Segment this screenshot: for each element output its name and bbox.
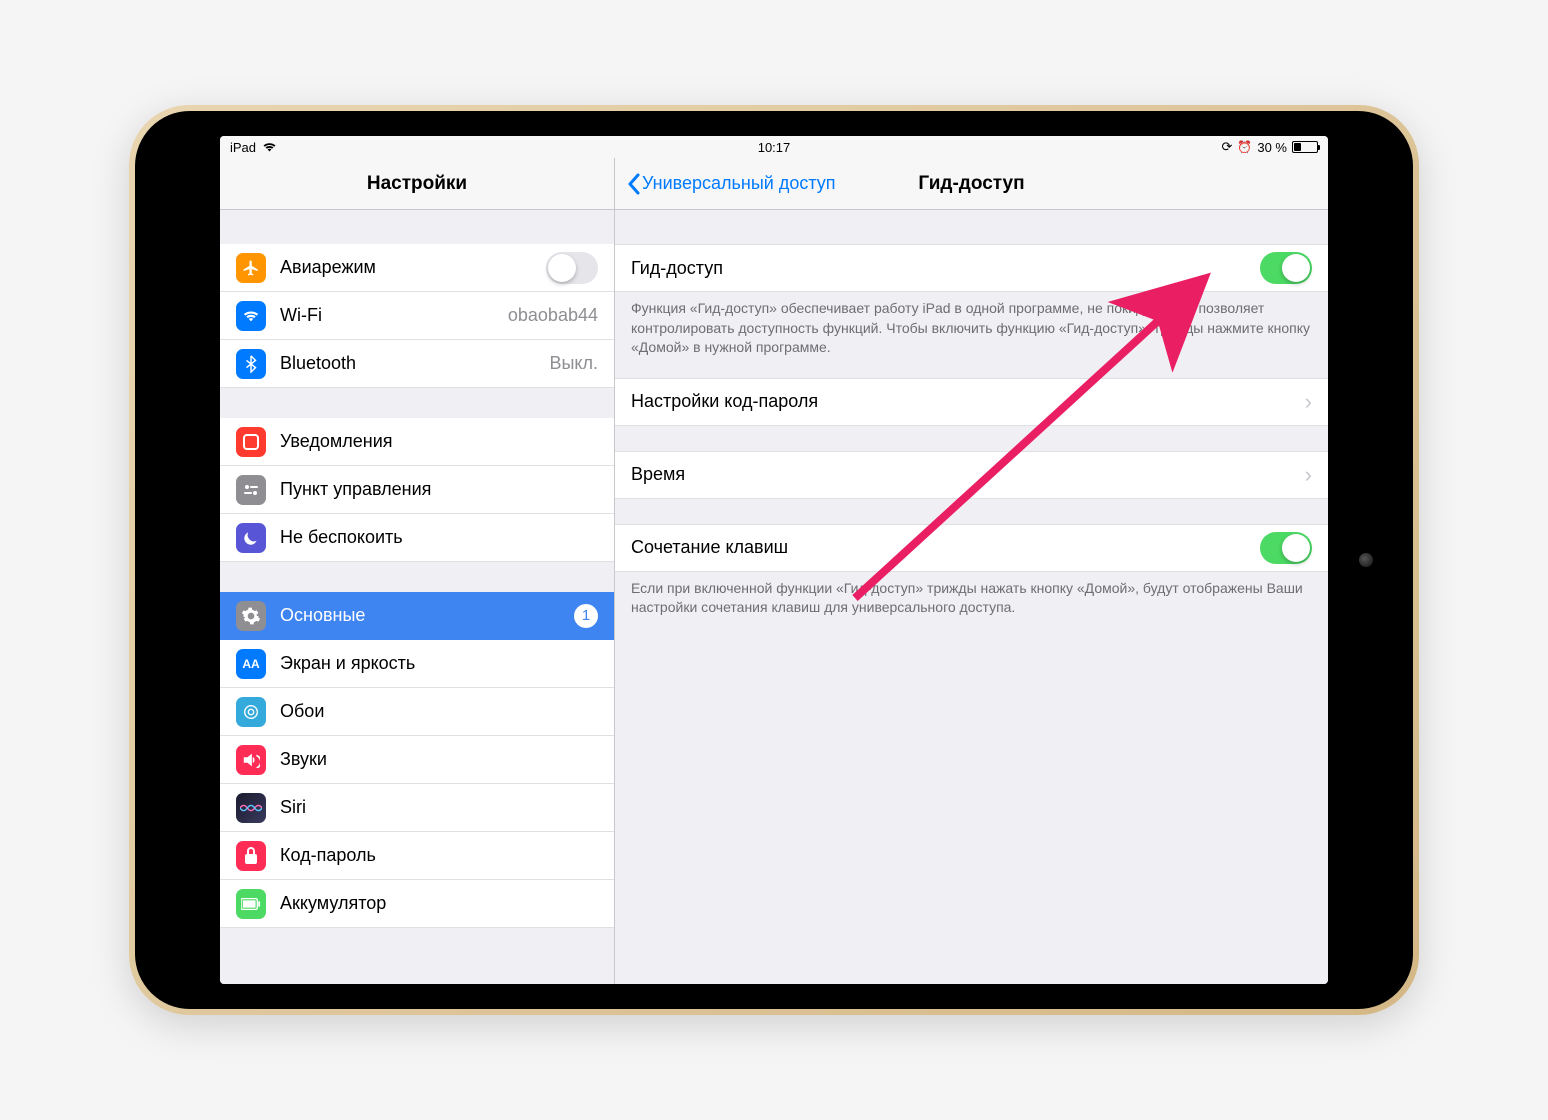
screen: iPad 10:17 ⟳ ⏰ 30 % Настройки <box>220 136 1328 984</box>
wifi-settings-icon <box>236 301 266 331</box>
clock: 10:17 <box>758 140 791 155</box>
sidebar-item-notifications[interactable]: Уведомления <box>220 418 614 466</box>
sidebar-item-sounds[interactable]: Звуки <box>220 736 614 784</box>
wallpaper-icon <box>236 697 266 727</box>
cell-label: Пункт управления <box>280 479 598 500</box>
detail-pane: Универсальный доступ Гид-доступ Гид-дост… <box>615 158 1328 984</box>
ipad-frame: iPad 10:17 ⟳ ⏰ 30 % Настройки <box>129 105 1419 1015</box>
control-center-icon <box>236 475 266 505</box>
battery-icon <box>1292 141 1318 153</box>
cell-label: Wi-Fi <box>280 305 508 326</box>
cell-label: Siri <box>280 797 598 818</box>
cell-label: Не беспокоить <box>280 527 598 548</box>
bluetooth-icon <box>236 349 266 379</box>
sidebar-title: Настройки <box>367 173 467 195</box>
cell-label: Код-пароль <box>280 845 598 866</box>
sidebar-item-dnd[interactable]: Не беспокоить <box>220 514 614 562</box>
cell-label: Обои <box>280 701 598 722</box>
sidebar-item-passcode[interactable]: Код-пароль <box>220 832 614 880</box>
sidebar-item-wallpaper[interactable]: Обои <box>220 688 614 736</box>
row-passcode-settings[interactable]: Настройки код-пароля › <box>615 378 1328 426</box>
guided-access-toggle[interactable] <box>1260 252 1312 284</box>
battery-settings-icon <box>236 889 266 919</box>
siri-icon <box>236 793 266 823</box>
row-label: Время <box>631 464 1305 485</box>
gear-icon <box>236 601 266 631</box>
sounds-icon <box>236 745 266 775</box>
row-label: Гид-доступ <box>631 258 1260 279</box>
back-label: Универсальный доступ <box>642 173 836 194</box>
shortcut-toggle[interactable] <box>1260 532 1312 564</box>
badge: 1 <box>574 604 598 628</box>
row-guided-access[interactable]: Гид-доступ <box>615 244 1328 292</box>
sidebar-item-wifi[interactable]: Wi-Fi obaobab44 <box>220 292 614 340</box>
cell-label: Экран и яркость <box>280 653 598 674</box>
airplane-toggle[interactable] <box>546 252 598 284</box>
device-bezel: iPad 10:17 ⟳ ⏰ 30 % Настройки <box>135 111 1413 1009</box>
wifi-icon <box>262 141 277 153</box>
sidebar-item-battery[interactable]: Аккумулятор <box>220 880 614 928</box>
bluetooth-value: Выкл. <box>549 353 598 374</box>
sidebar-item-airplane[interactable]: Авиарежим <box>220 244 614 292</box>
moon-icon <box>236 523 266 553</box>
cell-label: Уведомления <box>280 431 598 452</box>
guided-access-description: Функция «Гид-доступ» обеспечивает работу… <box>615 291 1328 378</box>
chevron-left-icon <box>627 173 640 195</box>
row-label: Сочетание клавиш <box>631 537 1260 558</box>
status-bar: iPad 10:17 ⟳ ⏰ 30 % <box>220 136 1328 158</box>
sidebar-item-siri[interactable]: Siri <box>220 784 614 832</box>
orientation-lock-icon: ⟳ <box>1222 139 1233 155</box>
sidebar-item-display[interactable]: AA Экран и яркость <box>220 640 614 688</box>
row-time-limits[interactable]: Время › <box>615 451 1328 499</box>
cell-label: Bluetooth <box>280 353 549 374</box>
battery-pct: 30 % <box>1257 140 1287 155</box>
chevron-right-icon: › <box>1305 462 1312 488</box>
wifi-value: obaobab44 <box>508 305 598 326</box>
detail-header: Универсальный доступ Гид-доступ <box>615 158 1328 210</box>
device-label: iPad <box>230 140 256 155</box>
notifications-icon <box>236 427 266 457</box>
back-button[interactable]: Универсальный доступ <box>627 173 836 195</box>
airplane-icon <box>236 253 266 283</box>
camera-icon <box>1359 553 1373 567</box>
cell-label: Звуки <box>280 749 598 770</box>
lock-icon <box>236 841 266 871</box>
detail-title: Гид-доступ <box>918 173 1024 195</box>
sidebar-item-bluetooth[interactable]: Bluetooth Выкл. <box>220 340 614 388</box>
cell-label: Аккумулятор <box>280 893 598 914</box>
cell-label: Авиарежим <box>280 257 546 278</box>
sidebar-header: Настройки <box>220 158 614 210</box>
row-label: Настройки код-пароля <box>631 391 1305 412</box>
display-icon: AA <box>236 649 266 679</box>
sidebar-item-general[interactable]: Основные 1 <box>220 592 614 640</box>
sidebar-item-control-center[interactable]: Пункт управления <box>220 466 614 514</box>
cell-label: Основные <box>280 605 574 626</box>
shortcut-description: Если при включенной функции «Гид-доступ»… <box>615 571 1328 638</box>
sidebar: Настройки Авиарежим <box>220 158 615 984</box>
chevron-right-icon: › <box>1305 389 1312 415</box>
alarm-icon: ⏰ <box>1237 140 1252 154</box>
row-shortcut[interactable]: Сочетание клавиш <box>615 524 1328 572</box>
